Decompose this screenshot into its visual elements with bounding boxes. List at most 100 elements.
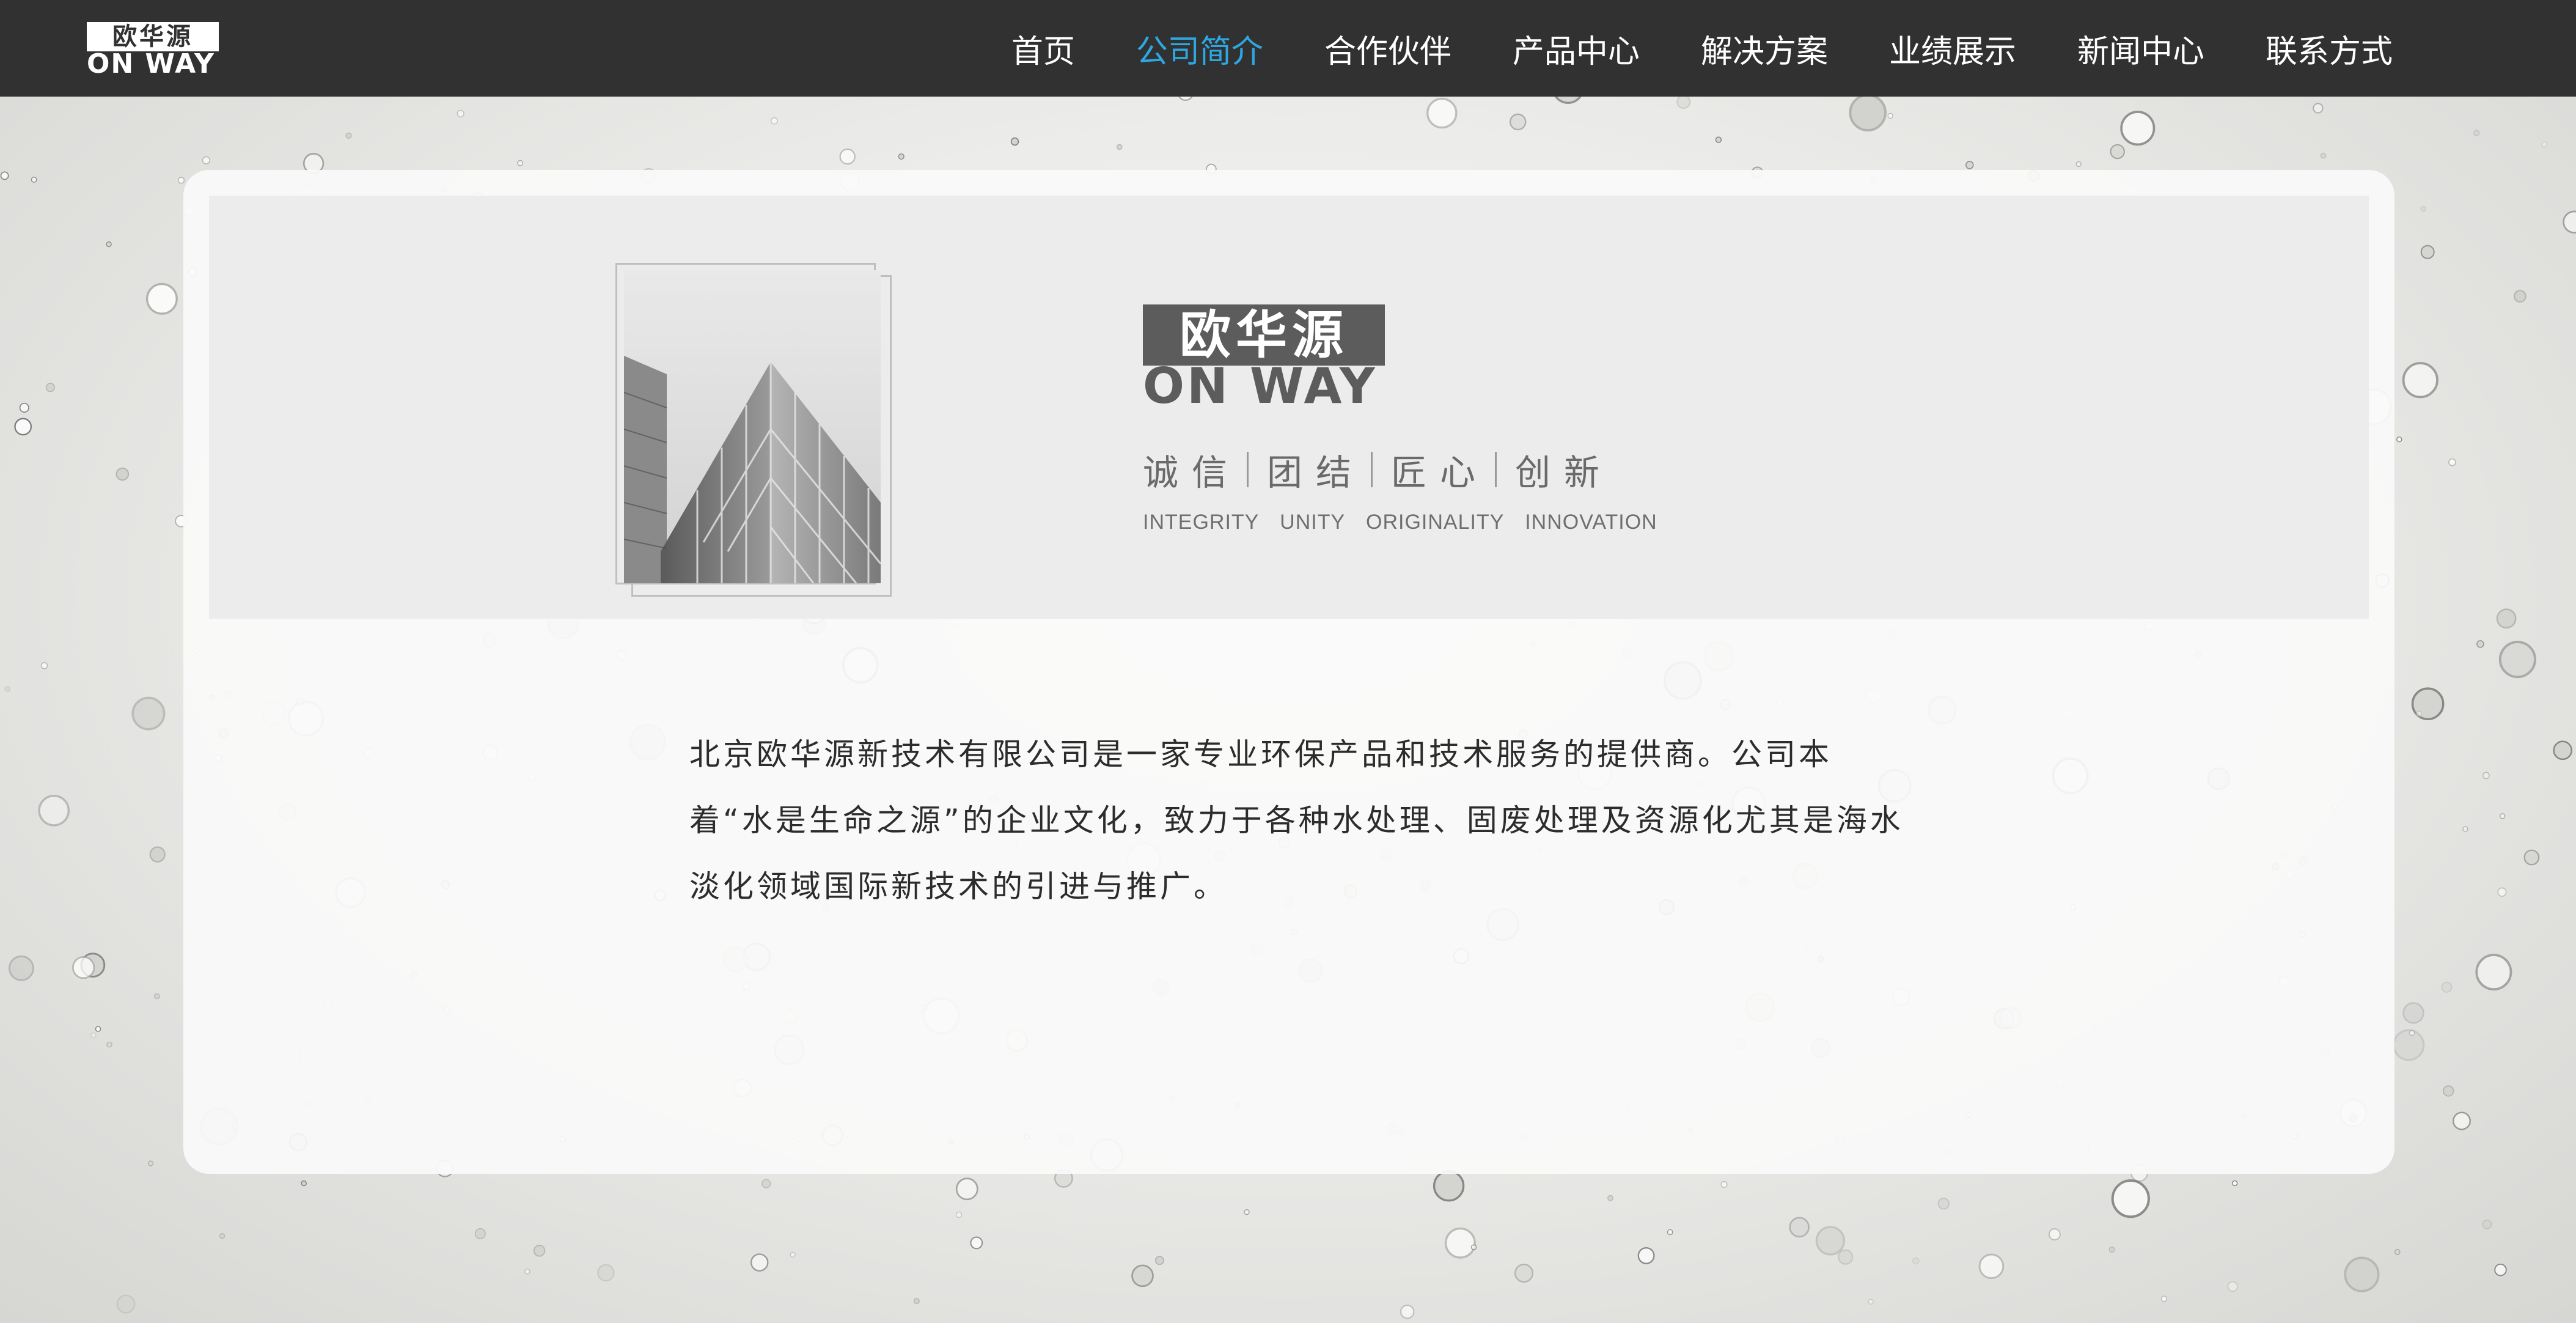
nav-item-solutions[interactable]: 解决方案 — [1701, 26, 1828, 72]
company-banner: 欧华源 ON WAY 诚信 团结 匠心 创新 INTEGRITY UNITY O… — [209, 196, 2369, 619]
raindrop — [2523, 849, 2540, 866]
raindrop — [2462, 826, 2468, 832]
raindrop — [2563, 210, 2576, 234]
raindrop — [345, 132, 352, 139]
raindrop — [1244, 1209, 1250, 1215]
brand-logo-en: ON WAY — [1143, 358, 1378, 415]
raindrop — [2514, 290, 2526, 303]
raindrop — [2499, 813, 2506, 819]
raindrop — [1637, 1247, 1655, 1264]
raindrop — [1720, 1181, 1728, 1188]
raindrop — [517, 160, 524, 166]
raindrop — [1887, 112, 1893, 119]
raindrop — [2409, 1030, 2415, 1036]
raindrop — [153, 993, 160, 1000]
nav-logo-cn: 欧华源 — [87, 22, 219, 51]
raindrop — [2494, 1263, 2507, 1277]
raindrop — [14, 418, 32, 436]
raindrop — [2108, 1247, 2115, 1253]
raindrop — [474, 1228, 486, 1239]
raindrop — [1607, 1195, 1613, 1201]
value-divider — [1495, 452, 1497, 487]
raindrop — [1965, 161, 1974, 169]
building-photo-frame — [615, 263, 892, 597]
raindrop — [301, 1180, 307, 1187]
raindrop — [149, 846, 166, 863]
brand-logo: 欧华源 ON WAY — [1143, 304, 1387, 415]
value-unity: 团结 — [1267, 452, 1365, 493]
raindrop — [202, 156, 210, 164]
raindrop — [1514, 1263, 1533, 1283]
raindrop — [955, 1177, 978, 1201]
company-intro-text: 北京欧华源新技术有限公司是一家专业环保产品和技术服务的提供商。公司本着“水是生命… — [689, 737, 1904, 904]
nav-item-home[interactable]: 首页 — [1011, 26, 1075, 72]
raindrop — [40, 662, 48, 669]
raindrop — [1868, 1299, 1874, 1305]
raindrop — [2553, 740, 2573, 761]
raindrop — [1789, 1217, 1810, 1238]
raindrop — [116, 1294, 136, 1314]
raindrop — [761, 1179, 771, 1188]
raindrop — [106, 241, 112, 248]
nav-item-news[interactable]: 新闻中心 — [2077, 26, 2204, 72]
raindrop — [1509, 113, 1527, 131]
raindrop — [116, 467, 130, 481]
raindrop — [597, 1264, 615, 1282]
raindrop — [2111, 1179, 2150, 1218]
raindrop — [0, 171, 9, 180]
raindrop — [1433, 1170, 1465, 1202]
raindrop — [2160, 1295, 2168, 1302]
raindrop — [457, 109, 464, 118]
core-values: 诚信 团结 匠心 创新 — [1143, 445, 1613, 494]
raindrop — [790, 1251, 796, 1258]
raindrop — [1116, 144, 1123, 150]
raindrop — [2313, 103, 2324, 114]
raindrop — [2396, 437, 2402, 443]
raindrop — [913, 1298, 920, 1305]
raindrop — [898, 153, 905, 160]
content-card: 欧华源 ON WAY 诚信 团结 匠心 创新 INTEGRITY UNITY O… — [183, 170, 2394, 1174]
raindrop — [31, 176, 37, 183]
raindrop — [1426, 97, 1458, 129]
raindrop — [2120, 111, 2156, 146]
nav-item-contact[interactable]: 联系方式 — [2266, 26, 2393, 72]
raindrop — [1444, 1227, 1476, 1259]
raindrop — [145, 282, 178, 315]
raindrop — [2448, 458, 2456, 466]
nav-item-products[interactable]: 产品中心 — [1513, 26, 1640, 72]
raindrop — [533, 1245, 546, 1257]
building-photo — [624, 270, 881, 583]
raindrop — [95, 1026, 101, 1032]
nav-item-about[interactable]: 公司简介 — [1136, 26, 1263, 72]
raindrop — [2402, 362, 2438, 399]
raindrop — [4, 686, 10, 692]
raindrop — [2482, 1219, 2492, 1229]
raindrop — [2541, 141, 2548, 147]
raindrop — [2393, 1029, 2425, 1061]
raindrop — [2420, 205, 2427, 212]
nav-item-projects[interactable]: 业绩展示 — [1889, 26, 2016, 72]
raindrop — [177, 177, 185, 184]
raindrop — [955, 1211, 963, 1218]
raindrop — [1715, 136, 1722, 143]
raindrop — [2420, 245, 2435, 259]
raindrop — [38, 795, 70, 827]
nav-item-partners[interactable]: 合作伙伴 — [1324, 26, 1451, 72]
raindrop — [1667, 1229, 1673, 1236]
raindrop — [1470, 1244, 1477, 1250]
raindrop — [2110, 144, 2125, 160]
raindrop — [1131, 1264, 1154, 1288]
raindrop — [2402, 1002, 2424, 1024]
raindrop — [90, 1032, 97, 1039]
raindrop — [1838, 1249, 1854, 1265]
raindrop — [72, 956, 95, 979]
raindrop — [2452, 1111, 2471, 1130]
nav-logo-en: ON WAY — [87, 48, 215, 79]
raindrop — [1400, 1304, 1415, 1319]
nav-logo[interactable]: 欧华源 ON WAY — [87, 22, 219, 79]
raindrop — [2394, 1248, 2401, 1255]
core-values-english: INTEGRITY UNITY ORIGINALITY INNOVATION — [1143, 510, 1657, 534]
raindrop — [524, 1268, 530, 1275]
raindrop — [45, 383, 56, 392]
raindrop — [2498, 641, 2536, 679]
